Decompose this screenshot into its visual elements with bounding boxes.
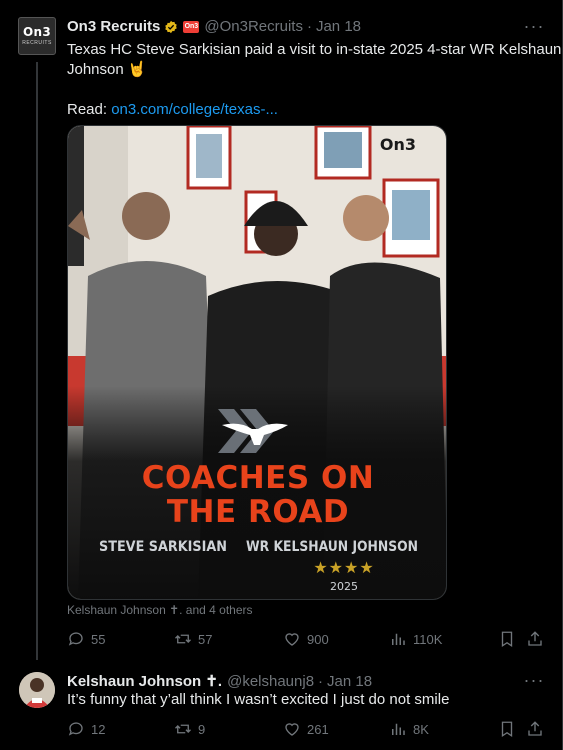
read-label: Read: xyxy=(67,101,108,118)
bookmark-button[interactable] xyxy=(498,720,522,738)
repost-count: 9 xyxy=(198,721,206,737)
tweet1-action-bar: 55 57 900 110K xyxy=(67,630,547,650)
heart-icon xyxy=(285,723,299,736)
media-headline-line-1: COACHES ON xyxy=(142,460,375,496)
tweet2-header: Kelshaun Johnson ✝. @kelshaunj8 · Jan 18 xyxy=(67,672,372,691)
reply-button[interactable]: 55 xyxy=(67,630,105,648)
view-count: 110K xyxy=(413,631,443,647)
repost-icon xyxy=(175,724,191,734)
timeline: On3 RECRUITS On3 Recruits On3 @On3Recrui… xyxy=(0,0,563,750)
separator-dot: · xyxy=(306,18,312,35)
reply-author-handle[interactable]: @kelshaunj8 xyxy=(227,673,314,690)
reply-icon xyxy=(68,632,83,646)
media-watermark: On3 xyxy=(380,135,416,154)
like-count: 900 xyxy=(307,631,329,647)
share-icon xyxy=(528,631,542,646)
on3-recruits-avatar[interactable]: On3 RECRUITS xyxy=(18,17,56,55)
views-button[interactable]: 8K xyxy=(389,720,429,738)
share-icon xyxy=(528,721,542,736)
like-button[interactable]: 261 xyxy=(283,720,329,738)
heart-icon xyxy=(285,633,299,646)
article-link[interactable]: on3.com/college/texas-... xyxy=(111,101,278,118)
more-options-icon[interactable]: ··· xyxy=(524,16,544,36)
tweet1-header: On3 Recruits On3 @On3Recruits · Jan 18 xyxy=(67,18,361,35)
reply-count: 12 xyxy=(91,721,106,737)
text-spacer xyxy=(67,80,561,100)
reply-icon xyxy=(68,722,83,736)
media-headline-line-2: THE ROAD xyxy=(167,494,349,530)
tweet2-action-bar: 12 9 261 8K xyxy=(67,720,547,740)
verified-gold-badge-icon xyxy=(165,20,178,33)
tweet-text-line-2: Johnson 🤘 xyxy=(67,61,147,78)
like-button[interactable]: 900 xyxy=(283,630,329,648)
avatar-sub-text: RECRUITS xyxy=(22,40,52,46)
repost-icon xyxy=(175,634,191,644)
share-button[interactable] xyxy=(526,720,550,738)
separator-dot: · xyxy=(318,672,324,690)
author-handle[interactable]: @On3Recruits xyxy=(204,18,303,35)
thread-connector-line xyxy=(36,62,38,660)
repost-count: 57 xyxy=(198,631,213,647)
view-count: 8K xyxy=(413,721,429,737)
reply-count: 55 xyxy=(91,631,106,647)
affiliate-badge[interactable]: On3 xyxy=(183,20,200,33)
tweet-text-line-1: Texas HC Steve Sarkisian paid a visit to… xyxy=(67,41,562,58)
media-player-name: WR KELSHAUN JOHNSON xyxy=(246,539,418,555)
reply-more-options-icon[interactable]: ··· xyxy=(524,670,544,690)
media-class-year: 2025 xyxy=(330,580,358,593)
tweet2-text: It’s funny that y’all think I wasn’t exc… xyxy=(67,691,450,708)
avatar-portrait xyxy=(19,672,55,708)
avatar-brand-text: On3 xyxy=(23,25,51,39)
kelshaun-johnson-avatar[interactable] xyxy=(19,672,55,708)
repost-button[interactable]: 9 xyxy=(174,720,205,738)
tweet-date[interactable]: Jan 18 xyxy=(316,18,361,35)
media-coach-name: STEVE SARKISIAN xyxy=(99,539,227,555)
bookmark-icon xyxy=(501,721,513,738)
views-button[interactable]: 110K xyxy=(389,630,442,648)
tweet-media-image[interactable]: On3 COACHES ON THE ROAD STEVE SARKISIAN … xyxy=(67,125,447,600)
reply-author-name[interactable]: Kelshaun Johnson ✝. xyxy=(67,672,222,690)
tweet1-text: Texas HC Steve Sarkisian paid a visit to… xyxy=(67,40,561,120)
repost-button[interactable]: 57 xyxy=(174,630,212,648)
author-name[interactable]: On3 Recruits xyxy=(67,18,160,35)
read-line: Read: on3.com/college/texas-... xyxy=(67,100,561,120)
media-star-rating: ★★★★ xyxy=(313,558,374,577)
tagged-users[interactable]: Kelshaun Johnson ✝. and 4 others xyxy=(67,603,253,617)
reply-date[interactable]: Jan 18 xyxy=(327,673,372,690)
like-count: 261 xyxy=(307,721,329,737)
bookmark-button[interactable] xyxy=(498,630,522,648)
share-button[interactable] xyxy=(526,630,550,648)
views-chart-icon xyxy=(392,633,405,645)
views-chart-icon xyxy=(392,723,405,735)
bookmark-icon xyxy=(501,631,513,648)
media-graphic: On3 COACHES ON THE ROAD STEVE SARKISIAN … xyxy=(68,126,446,599)
reply-button[interactable]: 12 xyxy=(67,720,105,738)
